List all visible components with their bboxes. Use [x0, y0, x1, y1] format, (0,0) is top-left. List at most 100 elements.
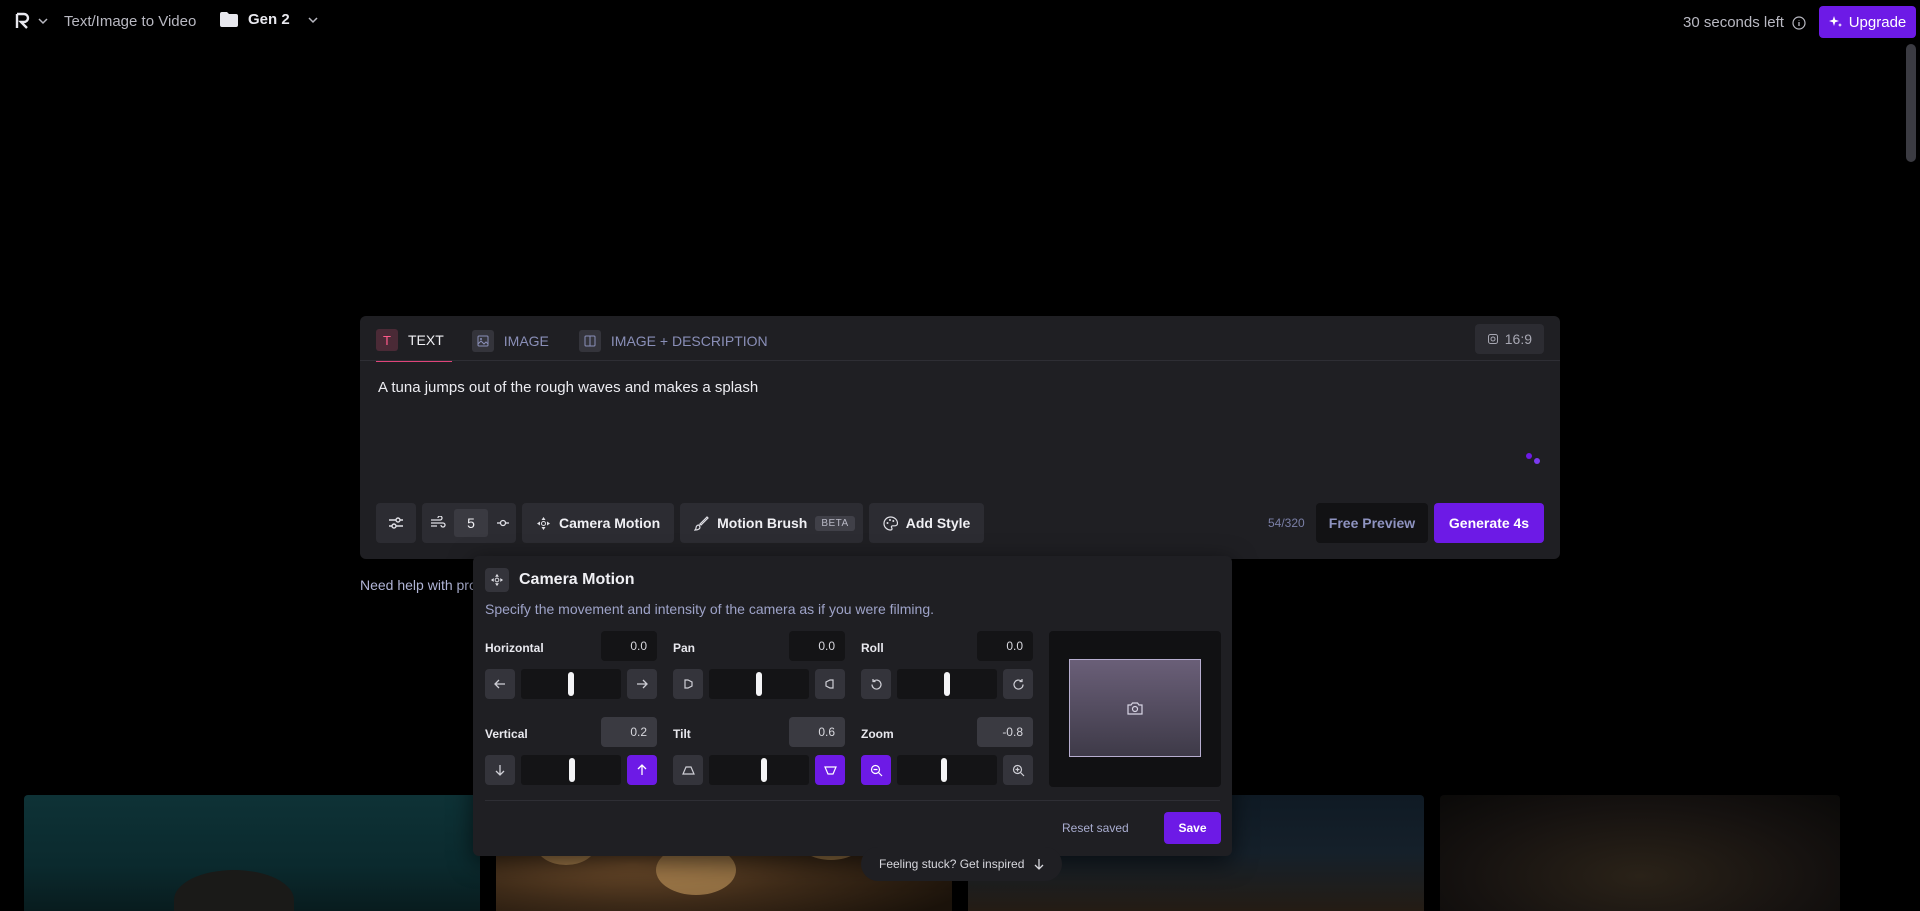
- slider-thumb[interactable]: [756, 672, 762, 696]
- aspect-ratio-button[interactable]: 16:9: [1474, 324, 1544, 354]
- slider-thumb[interactable]: [944, 672, 950, 696]
- tab-image[interactable]: IMAGE: [471, 330, 559, 362]
- page-scrollbar[interactable]: [1906, 44, 1916, 162]
- time-left-text: 30 seconds left: [1683, 14, 1784, 31]
- motion-value[interactable]: 5: [454, 509, 488, 537]
- slider-icon: [496, 518, 510, 528]
- settings-button[interactable]: [376, 503, 416, 543]
- vertical-label: Vertical: [485, 727, 528, 741]
- arrow-down-icon: [495, 765, 505, 776]
- brush-icon: [694, 515, 709, 531]
- top-bar: Text/Image to Video Gen 2 30 seconds lef…: [0, 0, 1920, 44]
- camera-icon: [1127, 701, 1143, 715]
- move-up-button[interactable]: [627, 755, 657, 785]
- sliders-icon: [388, 516, 404, 530]
- tilt-slider[interactable]: [709, 755, 809, 785]
- camera-motion-label: Camera Motion: [559, 515, 661, 531]
- general-motion-control[interactable]: 5: [422, 503, 516, 543]
- pan-left-button[interactable]: [673, 669, 703, 699]
- input-mode-tabs: T TEXT IMAGE IMAGE + DESCRIPTION: [376, 329, 778, 362]
- tilt-up-button[interactable]: [815, 755, 845, 785]
- app-logo-menu[interactable]: [14, 12, 48, 30]
- rotate-ccw-icon: [870, 678, 882, 690]
- example-video-thumbnail[interactable]: [24, 795, 480, 911]
- slider-thumb[interactable]: [761, 758, 767, 782]
- camera-motion-icon: [536, 516, 551, 531]
- pan-label: Pan: [673, 641, 696, 655]
- pan-right-button[interactable]: [815, 669, 845, 699]
- tilt-up-icon: [823, 765, 837, 775]
- tilt-down-icon: [681, 765, 695, 775]
- move-down-button[interactable]: [485, 755, 515, 785]
- arrow-up-icon: [637, 764, 647, 775]
- pan-right-icon: [825, 679, 834, 689]
- prompt-input[interactable]: A tuna jumps out of the rough waves and …: [378, 379, 758, 396]
- tab-label: IMAGE: [503, 333, 549, 349]
- credits-remaining: 30 seconds left: [1683, 14, 1806, 31]
- zoom-in-button[interactable]: [1003, 755, 1033, 785]
- camera-motion-button[interactable]: Camera Motion: [522, 503, 675, 543]
- save-button[interactable]: Save: [1164, 812, 1221, 844]
- slider-thumb[interactable]: [568, 672, 574, 696]
- runway-logo-icon: [14, 12, 32, 30]
- motion-brush-button[interactable]: Motion Brush BETA: [680, 503, 863, 543]
- roll-label: Roll: [861, 641, 884, 655]
- add-style-label: Add Style: [905, 515, 971, 531]
- inspired-label: Feeling stuck? Get inspired: [879, 857, 1025, 871]
- arrow-down-icon: [1034, 858, 1044, 870]
- aspect-ratio-value: 16:9: [1504, 331, 1532, 347]
- horizontal-slider[interactable]: [521, 669, 621, 699]
- roll-right-button[interactable]: [1003, 669, 1033, 699]
- arrow-right-icon: [637, 679, 648, 689]
- image-description-icon: [578, 330, 601, 352]
- character-count: 54/320: [1268, 516, 1305, 530]
- vertical-value[interactable]: 0.2: [601, 717, 657, 747]
- wind-icon: [430, 516, 446, 530]
- add-style-button[interactable]: Add Style: [868, 503, 985, 543]
- example-video-thumbnail[interactable]: [1440, 795, 1840, 911]
- camera-motion-icon: [485, 568, 509, 592]
- image-icon: [471, 330, 494, 352]
- tab-image-description[interactable]: IMAGE + DESCRIPTION: [578, 330, 778, 362]
- generate-button[interactable]: Generate 4s: [1434, 503, 1544, 543]
- pan-slider[interactable]: [709, 669, 809, 699]
- chevron-down-icon: [38, 16, 48, 26]
- generation-controls: 5 Camera Motion Motion Brush BETA Add St…: [376, 503, 985, 543]
- tilt-down-button[interactable]: [673, 755, 703, 785]
- tilt-label: Tilt: [673, 727, 691, 741]
- vertical-slider[interactable]: [521, 755, 621, 785]
- free-preview-button[interactable]: Free Preview: [1316, 503, 1428, 543]
- get-inspired-button[interactable]: Feeling stuck? Get inspired: [861, 847, 1063, 881]
- roll-slider[interactable]: [897, 669, 997, 699]
- folder-name: Gen 2: [248, 11, 290, 28]
- pan-left-icon: [684, 679, 693, 689]
- prompt-help-link[interactable]: Need help with pro: [360, 577, 477, 593]
- tilt-value[interactable]: 0.6: [789, 717, 845, 747]
- zoom-slider[interactable]: [897, 755, 997, 785]
- prompt-card: T TEXT IMAGE IMAGE + DESCRIPTION 16:9 A …: [360, 316, 1560, 559]
- camera-preview-frame: [1069, 659, 1201, 757]
- move-left-button[interactable]: [485, 669, 515, 699]
- folder-selector[interactable]: Gen 2: [220, 11, 318, 28]
- roll-value[interactable]: 0.0: [977, 631, 1033, 661]
- folder-icon: [220, 12, 238, 27]
- breadcrumb-tool[interactable]: Text/Image to Video: [64, 13, 196, 30]
- roll-left-button[interactable]: [861, 669, 891, 699]
- palette-icon: [883, 515, 898, 531]
- pan-value[interactable]: 0.0: [789, 631, 845, 661]
- move-right-button[interactable]: [627, 669, 657, 699]
- camera-motion-title: Camera Motion: [519, 571, 635, 588]
- beta-badge: BETA: [815, 515, 855, 531]
- slider-thumb[interactable]: [941, 758, 947, 782]
- horizontal-value[interactable]: 0.0: [601, 631, 657, 661]
- zoom-value[interactable]: -0.8: [977, 717, 1033, 747]
- upgrade-button[interactable]: Upgrade: [1819, 6, 1916, 38]
- zoom-out-button[interactable]: [861, 755, 891, 785]
- camera-motion-description: Specify the movement and intensity of th…: [485, 601, 934, 617]
- reset-saved-button[interactable]: Reset saved: [1062, 821, 1129, 835]
- camera-motion-panel: Camera Motion Specify the movement and i…: [473, 556, 1232, 856]
- info-icon[interactable]: [1792, 15, 1806, 30]
- tab-text[interactable]: T TEXT: [376, 329, 452, 362]
- slider-thumb[interactable]: [569, 758, 575, 782]
- zoom-out-icon: [870, 764, 882, 776]
